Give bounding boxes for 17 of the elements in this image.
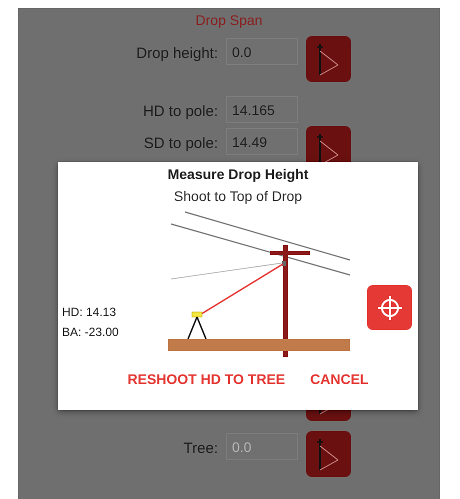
dialog-action-button[interactable]: CANCEL bbox=[310, 367, 368, 391]
field-label: SD to pole: bbox=[142, 134, 219, 154]
input-field[interactable]: 14.49 bbox=[226, 128, 298, 155]
input-field[interactable]: 0.0 bbox=[226, 38, 298, 65]
input-field[interactable]: 14.165 bbox=[226, 96, 298, 123]
dialog-action-button[interactable]: RESHOOT HD TO TREE bbox=[128, 367, 286, 391]
target-button[interactable] bbox=[367, 285, 412, 330]
crosshair-icon bbox=[376, 294, 402, 320]
dialog-title: Measure Drop Height bbox=[168, 166, 308, 182]
reading-text: HD: 14.13 bbox=[62, 304, 118, 321]
field-label: Drop height: bbox=[135, 44, 219, 64]
field-label: Tree: bbox=[182, 439, 219, 459]
input-field[interactable]: 0.0 bbox=[226, 433, 298, 460]
reading-text: BA: -23.00 bbox=[62, 324, 119, 341]
field-label: HD to pole: bbox=[142, 102, 219, 122]
screen-title: Drop Span bbox=[196, 11, 262, 30]
dialog-instruction: Shoot to Top of Drop bbox=[174, 188, 302, 204]
